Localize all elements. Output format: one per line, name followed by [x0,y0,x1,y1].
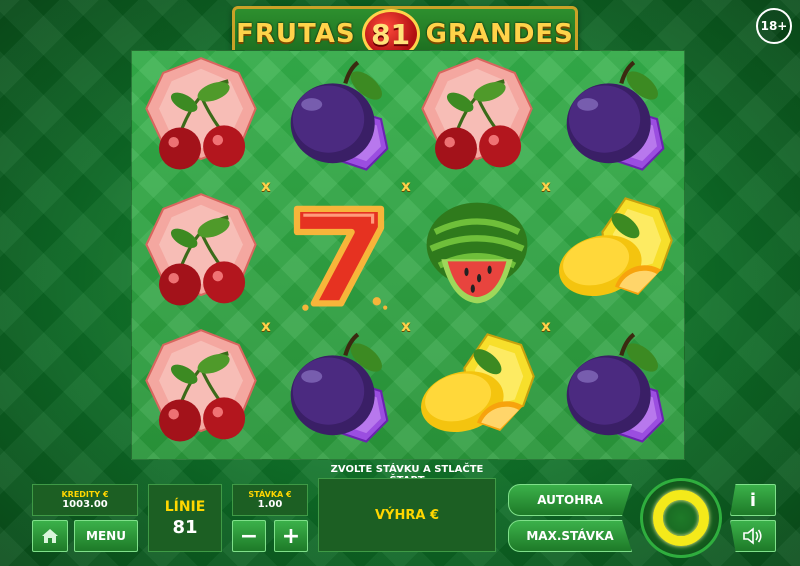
plum-gem-symbol-icon [552,54,678,184]
lemon-gem-symbol-icon [552,190,678,320]
spin-ring-icon [653,490,709,546]
multiplier-marker: x [401,177,411,195]
multiplier-marker: x [261,177,271,195]
credits-display: KREDITY € 1003.00 [32,484,138,516]
cherry-gem-symbol-icon [138,54,264,184]
sound-button[interactable] [730,520,776,552]
reel-cell [546,187,684,323]
lines-display: LÍNIE 81 [148,484,222,552]
reel-cell [132,51,270,187]
reel-cell [408,323,546,459]
multiplier-marker: x [261,317,271,335]
plum-gem-symbol-icon [276,326,402,456]
increase-bet-button[interactable]: + [274,520,308,552]
plum-gem-symbol-icon [552,326,678,456]
max-bet-button[interactable]: MAX.STÁVKA [508,520,632,552]
credits-value: 1003.00 [62,499,108,510]
reel-cell [132,187,270,323]
win-label: VÝHRA € [375,507,439,523]
cherry-gem-symbol-icon [138,326,264,456]
multiplier-marker: x [401,317,411,335]
reel-cell [270,323,408,459]
menu-button[interactable]: MENU [74,520,138,552]
lemon-gem-symbol-icon [414,326,540,456]
reel-cell [132,323,270,459]
lines-value: 81 [172,516,198,538]
seven-symbol-icon [276,190,402,320]
autoplay-button[interactable]: AUTOHRA [508,484,632,516]
home-icon [42,529,58,543]
decrease-bet-button[interactable]: − [232,520,266,552]
reel-cell [408,187,546,323]
multiplier-marker: x [541,317,551,335]
logo-word-grandes: GRANDES [425,19,574,49]
bet-value: 1.00 [257,499,283,510]
cherry-gem-symbol-icon [138,190,264,320]
plum-gem-symbol-icon [276,54,402,184]
reel-cell [270,51,408,187]
info-button[interactable]: i [730,484,776,516]
reel-cell [270,187,408,323]
logo-word-frutas: FRUTAS [236,19,356,49]
multiplier-marker: x [541,177,551,195]
bet-label: STÁVKA € [248,490,292,499]
reel-cell [546,323,684,459]
bet-display: STÁVKA € 1.00 [232,484,308,516]
reel-cell [408,51,546,187]
watermelon-symbol-icon [414,190,540,320]
home-button[interactable] [32,520,68,552]
spin-button[interactable] [640,478,722,558]
reel-grid [131,50,685,460]
credits-label: KREDITY € [61,490,109,499]
reel-cell [546,51,684,187]
win-display: VÝHRA € [318,478,496,552]
speaker-icon [743,527,762,545]
cherry-gem-symbol-icon [414,54,540,184]
lines-label: LÍNIE [164,498,206,515]
age-restriction-badge: 18+ [756,8,792,44]
